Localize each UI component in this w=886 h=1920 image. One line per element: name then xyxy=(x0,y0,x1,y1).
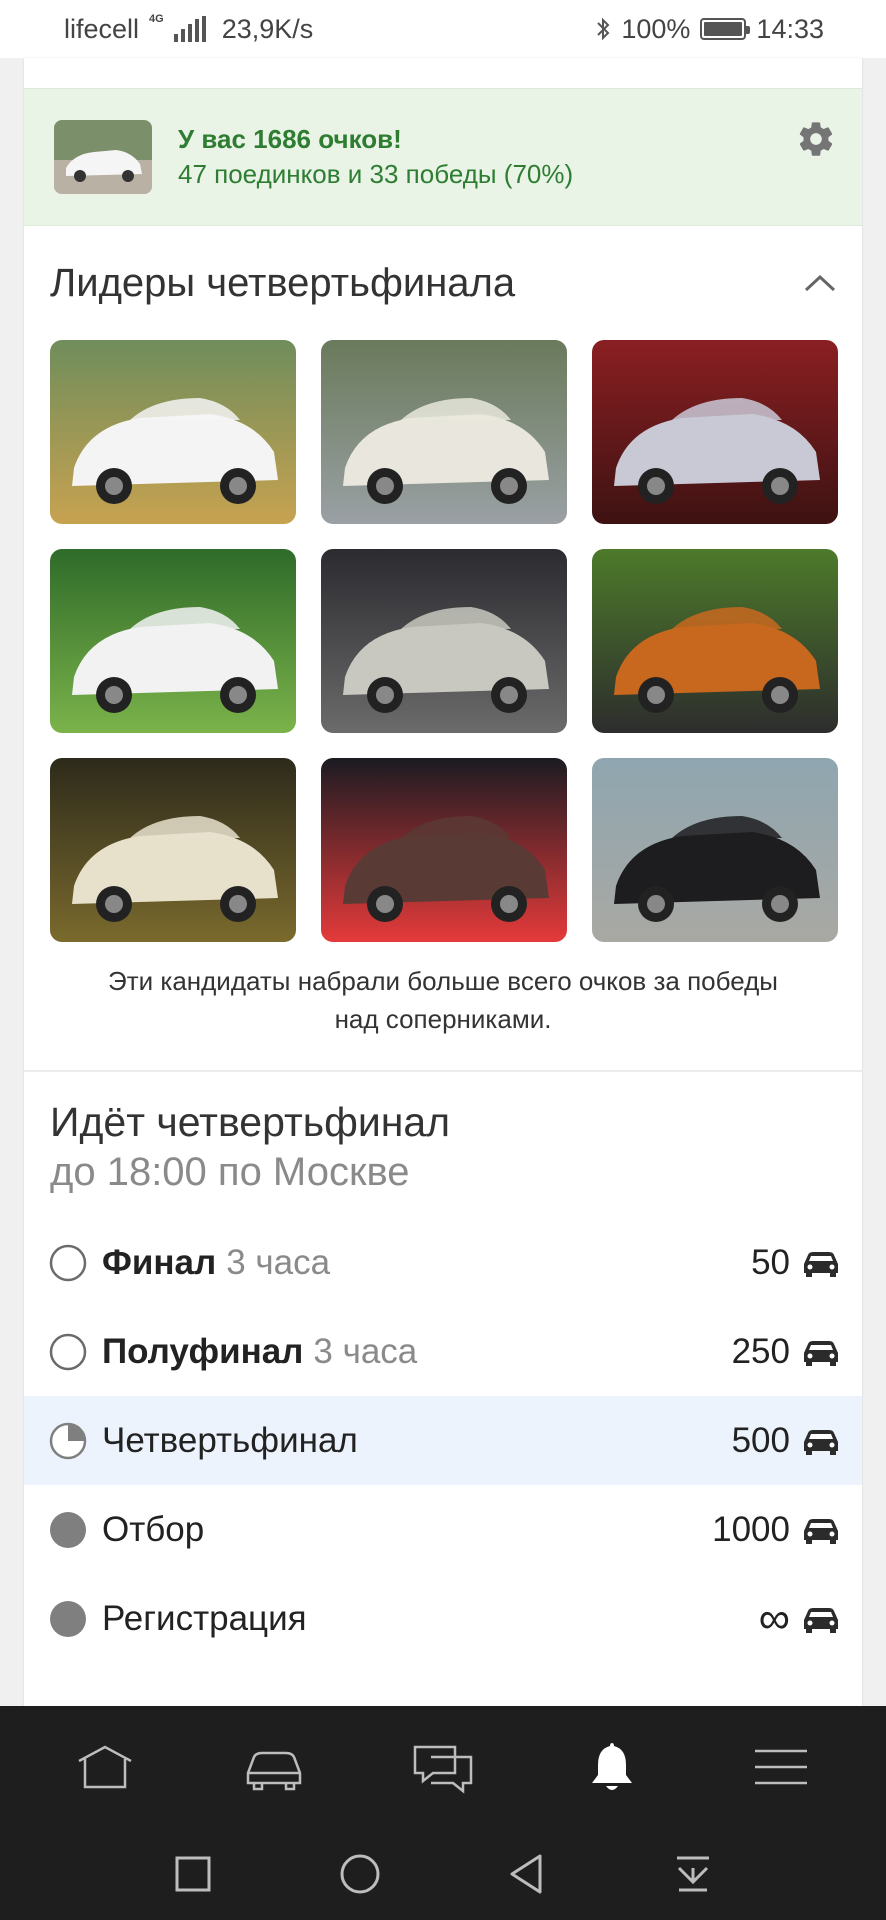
notifications-down-button[interactable] xyxy=(663,1844,723,1904)
score-stats: 47 поединков и 33 победы (70%) xyxy=(178,159,574,189)
nav-menu[interactable] xyxy=(741,1727,821,1807)
stage-points: 50 xyxy=(751,1242,790,1282)
bell-icon xyxy=(592,1743,633,1790)
leader-photo-1[interactable] xyxy=(50,340,296,524)
network-type: 4G xyxy=(149,12,164,25)
stage-status-icon xyxy=(50,1511,86,1548)
stage-title: Идёт четвертьфинал xyxy=(50,1099,451,1145)
nav-notifications[interactable] xyxy=(572,1727,652,1807)
car-icon xyxy=(804,1251,838,1277)
battery-percent: 100% xyxy=(621,13,691,44)
signal-icon xyxy=(173,16,206,42)
status-right: 100% 14:33 xyxy=(595,14,824,45)
stage-duration: 3 часа xyxy=(313,1331,418,1371)
back-icon xyxy=(510,1854,542,1894)
leader-photo-9[interactable] xyxy=(592,758,838,942)
car-icon xyxy=(804,1340,838,1366)
clock: 14:33 xyxy=(756,13,824,44)
leaders-grid xyxy=(24,340,862,942)
leaders-caption: Эти кандидаты набрали больше всего очков… xyxy=(108,966,778,1034)
home-button[interactable] xyxy=(330,1844,390,1904)
main-card: У вас 1686 очков! 47 поединков и 33 побе… xyxy=(24,58,862,1706)
stage-name: Финал xyxy=(102,1242,217,1282)
stage-row[interactable]: Регистрация ∞ xyxy=(24,1574,862,1663)
back-button[interactable] xyxy=(496,1844,556,1904)
recent-apps-icon xyxy=(175,1856,211,1892)
gear-icon[interactable] xyxy=(796,119,836,159)
menu-icon xyxy=(755,1749,808,1785)
score-banner: У вас 1686 очков! 47 поединков и 33 побе… xyxy=(24,88,862,226)
notifications-down-icon xyxy=(676,1856,709,1892)
stage-name: Полуфинал xyxy=(102,1331,304,1371)
stage-header: Идёт четвертьфинал до 18:00 по Москве xyxy=(24,1072,862,1198)
car-icon xyxy=(246,1751,302,1791)
stage-row[interactable]: Четвертьфинал 500 xyxy=(24,1396,862,1485)
stage-status-icon xyxy=(49,1422,87,1459)
user-car-thumbnail[interactable] xyxy=(54,120,152,194)
stage-name: Регистрация xyxy=(102,1598,307,1638)
stage-duration: 3 часа xyxy=(226,1242,331,1282)
stage-status-icon xyxy=(50,1600,86,1637)
nav-cars[interactable] xyxy=(234,1727,314,1807)
leader-photo-7[interactable] xyxy=(50,758,296,942)
home-icon xyxy=(78,1745,132,1789)
leaders-header[interactable]: Лидеры четвертьфинала xyxy=(24,226,862,340)
stage-points: 250 xyxy=(731,1331,790,1371)
leader-photo-8[interactable] xyxy=(321,758,567,942)
stage-name: Четвертьфинал xyxy=(102,1420,358,1460)
leaders-title: Лидеры четвертьфинала xyxy=(50,260,516,305)
leader-photo-2[interactable] xyxy=(321,340,567,524)
bluetooth-icon xyxy=(597,17,610,41)
status-bar: lifecell 4G 23,9K/s 100% 14:33 xyxy=(0,0,886,58)
stage-name: Отбор xyxy=(102,1509,205,1549)
stage-row[interactable]: Финал 3 часа 50 xyxy=(24,1218,862,1307)
car-icon xyxy=(804,1607,838,1633)
home-circle-icon xyxy=(340,1854,380,1894)
leader-photo-6[interactable] xyxy=(592,549,838,733)
car-icon xyxy=(804,1429,838,1455)
carrier-label: lifecell xyxy=(64,13,140,44)
nav-home[interactable] xyxy=(65,1727,145,1807)
bottom-nav xyxy=(0,1706,886,1828)
stage-points: 1000 xyxy=(712,1509,790,1549)
network-speed: 23,9K/s xyxy=(221,13,314,44)
stage-status-icon xyxy=(49,1333,87,1370)
stage-deadline: до 18:00 по Москве xyxy=(50,1150,410,1194)
status-left: lifecell 4G 23,9K/s xyxy=(64,12,314,45)
leader-photo-5[interactable] xyxy=(321,549,567,733)
stage-list: Финал 3 часа 50 Полуфинал 3 часа 250 Четвертьф… xyxy=(24,1218,862,1663)
car-icon xyxy=(804,1518,838,1544)
stage-row[interactable]: Отбор 1000 xyxy=(24,1485,862,1574)
nav-messages[interactable] xyxy=(403,1727,483,1807)
battery-icon xyxy=(700,18,751,40)
leader-photo-3[interactable] xyxy=(592,340,838,524)
stage-points: ∞ xyxy=(758,1593,790,1643)
recent-apps-button[interactable] xyxy=(163,1844,223,1904)
messages-icon xyxy=(413,1745,473,1794)
stage-row[interactable]: Полуфинал 3 часа 250 xyxy=(24,1307,862,1396)
stage-status-icon xyxy=(49,1244,87,1281)
system-nav xyxy=(0,1828,886,1920)
leader-photo-4[interactable] xyxy=(50,549,296,733)
chevron-up-icon[interactable] xyxy=(800,263,840,303)
stage-points: 500 xyxy=(731,1420,790,1460)
score-title: У вас 1686 очков! xyxy=(178,124,402,154)
